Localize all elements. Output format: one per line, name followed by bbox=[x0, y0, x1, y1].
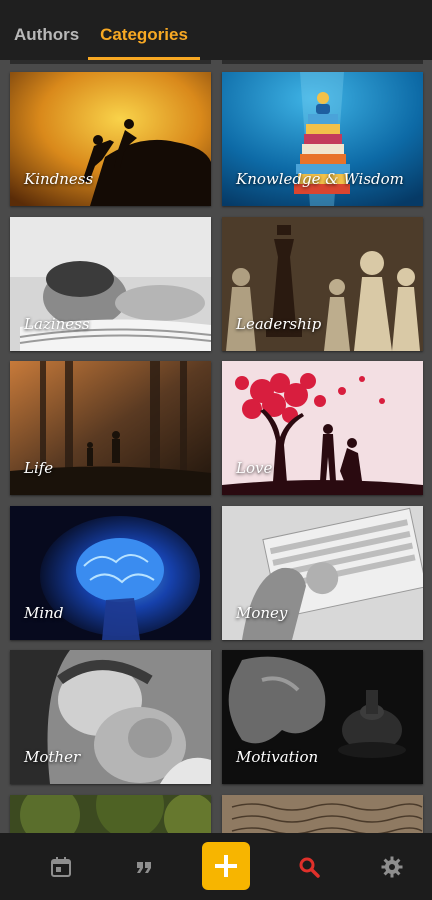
category-tile-mind[interactable]: Mind bbox=[10, 506, 211, 640]
category-tile-partial-manuscript[interactable] bbox=[222, 795, 423, 833]
category-label: Motivation bbox=[236, 748, 319, 766]
category-tile-leadership[interactable]: Leadership bbox=[222, 217, 423, 351]
category-tile-money[interactable]: Money bbox=[222, 506, 423, 640]
category-label: Money bbox=[236, 604, 288, 622]
category-label: Kindness bbox=[24, 170, 94, 188]
quote-icon bbox=[137, 861, 151, 873]
nav-search[interactable] bbox=[279, 833, 339, 900]
tab-categories[interactable]: Categories bbox=[88, 0, 200, 60]
category-label: Mother bbox=[24, 748, 81, 766]
category-tile-laziness[interactable]: Laziness bbox=[10, 217, 211, 351]
category-tile-kindness[interactable]: Kindness bbox=[10, 72, 211, 206]
category-label: Mind bbox=[24, 604, 64, 622]
category-tile-love[interactable]: Love bbox=[222, 361, 423, 495]
category-tile-life[interactable]: Life bbox=[10, 361, 211, 495]
category-label: Love bbox=[236, 459, 273, 477]
active-tab-indicator bbox=[88, 57, 200, 60]
nav-calendar[interactable] bbox=[31, 833, 91, 900]
category-label: Life bbox=[24, 459, 54, 477]
search-icon bbox=[299, 857, 320, 878]
category-label: Laziness bbox=[24, 315, 90, 333]
add-button[interactable] bbox=[202, 842, 250, 890]
categories-grid[interactable]: Kindness Knowledge & Wisdom Laziness Lea… bbox=[0, 60, 432, 833]
gear-icon bbox=[381, 856, 403, 877]
tab-authors[interactable]: Authors bbox=[14, 0, 79, 60]
previous-tile-edge bbox=[10, 60, 211, 64]
nav-quotes[interactable] bbox=[114, 833, 174, 900]
top-tab-bar: Authors Categories bbox=[0, 0, 432, 60]
calendar-icon bbox=[51, 856, 71, 877]
category-tile-mother[interactable]: Mother bbox=[10, 650, 211, 784]
category-label: Leadership bbox=[236, 315, 322, 333]
forest-image bbox=[10, 795, 211, 833]
manuscript-image bbox=[222, 795, 423, 833]
category-label: Knowledge & Wisdom bbox=[236, 170, 404, 188]
nav-settings[interactable] bbox=[362, 833, 422, 900]
category-tile-partial-forest[interactable] bbox=[10, 795, 211, 833]
category-tile-motivation[interactable]: Motivation bbox=[222, 650, 423, 784]
previous-tile-edge bbox=[222, 60, 423, 64]
category-tile-knowledge-wisdom[interactable]: Knowledge & Wisdom bbox=[222, 72, 423, 206]
plus-icon bbox=[215, 855, 237, 877]
bottom-navigation bbox=[0, 833, 432, 900]
